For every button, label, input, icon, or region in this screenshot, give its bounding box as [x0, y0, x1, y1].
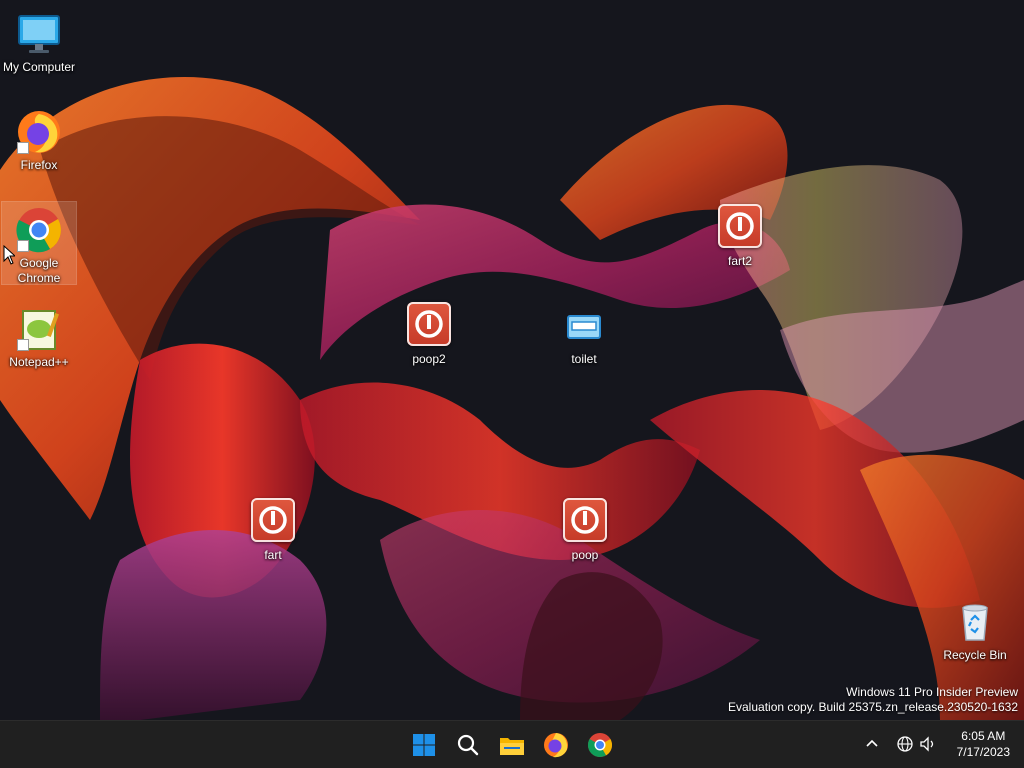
network-button[interactable] — [895, 734, 915, 754]
chrome-icon — [15, 206, 63, 254]
desktop-icon-label: poop2 — [412, 352, 446, 366]
folder-icon — [500, 738, 524, 755]
shortcut-arrow-icon — [17, 339, 29, 351]
search-icon — [457, 734, 479, 756]
desktop-wallpaper — [0, 0, 1024, 720]
shortcut-arrow-icon — [17, 240, 29, 252]
desktop-icon-notepad-plus-plus[interactable]: Notepad++ — [1, 301, 77, 370]
window-app-icon — [560, 302, 608, 350]
firefox-icon — [544, 733, 568, 758]
show-hidden-icons-button[interactable] — [862, 734, 882, 754]
desktop-icon-poop2[interactable]: poop2 — [391, 298, 467, 367]
taskbar: 6:05 AM 7/17/2023 — [0, 720, 1024, 768]
clock-date: 7/17/2023 — [956, 745, 1010, 759]
desktop-icon-poop[interactable]: poop — [547, 494, 623, 563]
chrome-icon — [587, 733, 613, 758]
watermark-line-2: Evaluation copy. Build 25375.zn_release.… — [728, 700, 1018, 714]
power-icon — [405, 302, 453, 350]
desktop-icon-firefox[interactable]: Firefox — [1, 104, 77, 173]
desktop-icon-my-computer[interactable]: My Computer — [1, 6, 77, 75]
power-icon — [561, 498, 609, 546]
desktop-icon-label: Recycle Bin — [943, 648, 1007, 662]
evaluation-watermark: Windows 11 Pro Insider Preview Evaluatio… — [728, 685, 1018, 715]
desktop-icon-recycle-bin[interactable]: Recycle Bin — [937, 594, 1013, 663]
desktop-icon-toilet[interactable]: toilet — [546, 298, 622, 367]
desktop-icon-fart[interactable]: fart — [235, 494, 311, 563]
speaker-icon — [920, 736, 934, 752]
recycle-bin-icon — [951, 598, 999, 646]
desktop-icon-label: fart — [264, 548, 282, 562]
firefox-icon — [15, 108, 63, 156]
shortcut-arrow-icon — [17, 142, 29, 154]
power-icon — [249, 498, 297, 546]
clock-time: 6:05 AM — [961, 729, 1006, 743]
desktop-icon-label: Notepad++ — [9, 355, 69, 369]
power-icon — [716, 204, 764, 252]
desktop-icon-chrome[interactable]: Google Chrome — [1, 201, 77, 285]
mouse-cursor-icon — [3, 245, 15, 265]
desktop-icon-label: poop — [571, 548, 599, 562]
monitor-icon — [15, 10, 63, 58]
desktop-icon-label: toilet — [571, 352, 597, 366]
chevron-up-icon — [866, 739, 878, 747]
notepad-plus-plus-icon — [15, 305, 63, 353]
desktop-icon-label: My Computer — [2, 60, 76, 74]
desktop-icon-label: fart2 — [727, 254, 752, 268]
desktop-icon-fart2[interactable]: fart2 — [702, 200, 778, 269]
desktop-icon-label: Firefox — [20, 158, 58, 172]
chrome-taskbar-button[interactable] — [584, 729, 616, 761]
firefox-taskbar-button[interactable] — [540, 729, 572, 761]
volume-button[interactable] — [918, 734, 938, 754]
file-explorer-button[interactable] — [496, 729, 528, 761]
watermark-line-1: Windows 11 Pro Insider Preview — [846, 685, 1018, 699]
desktop-icon-label: Google Chrome — [17, 256, 61, 285]
start-button[interactable] — [408, 729, 440, 761]
windows-logo-icon — [413, 734, 435, 756]
globe-icon — [897, 736, 913, 752]
clock[interactable]: 6:05 AM 7/17/2023 — [957, 728, 1010, 760]
search-button[interactable] — [452, 729, 484, 761]
